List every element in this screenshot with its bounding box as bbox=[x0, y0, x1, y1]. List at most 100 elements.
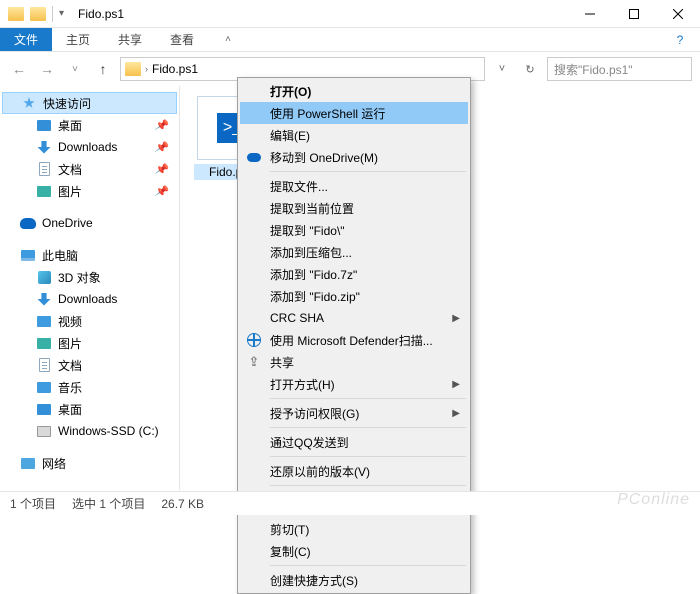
close-button[interactable] bbox=[656, 0, 700, 28]
document-icon bbox=[36, 161, 52, 177]
sidebar-onedrive[interactable]: OneDrive bbox=[0, 212, 179, 234]
maximize-button[interactable] bbox=[612, 0, 656, 28]
refresh-button[interactable]: ↻ bbox=[519, 58, 541, 80]
sidebar-item-pictures[interactable]: 图片 📌 bbox=[0, 180, 179, 202]
menu-add-7z[interactable]: 添加到 "Fido.7z" bbox=[240, 263, 468, 285]
menu-label: 使用 PowerShell 运行 bbox=[270, 105, 385, 122]
menu-move-onedrive[interactable]: 移动到 OneDrive(M) bbox=[240, 146, 468, 168]
status-bar: 1 个项目 选中 1 个项目 26.7 KB bbox=[0, 491, 700, 515]
download-icon bbox=[36, 291, 52, 307]
sidebar-item-3dobjects[interactable]: 3D 对象 bbox=[0, 266, 179, 288]
sidebar-item-music[interactable]: 音乐 bbox=[0, 376, 179, 398]
menu-open-with[interactable]: 打开方式(H)▶ bbox=[240, 373, 468, 395]
desktop-icon bbox=[36, 117, 52, 133]
pc-icon bbox=[20, 247, 36, 263]
menu-crc-sha[interactable]: CRC SHA▶ bbox=[240, 307, 468, 329]
pin-icon: 📌 bbox=[154, 183, 170, 198]
menu-separator bbox=[270, 456, 466, 457]
navigation-pane: 快速访问 桌面📌 Downloads 📌 文档 📌 图片 📌 OneDrive 此电脑… bbox=[0, 86, 180, 490]
menu-label: 打开方式(H) bbox=[270, 376, 335, 393]
menu-defender-scan[interactable]: 使用 Microsoft Defender扫描... bbox=[240, 329, 468, 351]
sidebar-item-desktop[interactable]: 桌面📌 bbox=[0, 114, 179, 136]
tab-file[interactable]: 文件 bbox=[0, 28, 52, 51]
sidebar-quick-access[interactable]: 快速访问 bbox=[2, 92, 177, 114]
breadcrumb-current[interactable]: Fido.ps1 bbox=[152, 62, 198, 76]
menu-label: 提取文件... bbox=[270, 178, 328, 195]
menu-label: 使用 Microsoft Defender扫描... bbox=[270, 332, 433, 349]
pin-icon: 📌 bbox=[154, 161, 170, 176]
menu-add-archive[interactable]: 添加到压缩包... bbox=[240, 241, 468, 263]
sidebar-item-label: 快速访问 bbox=[43, 95, 91, 112]
sidebar-item-label: 图片 bbox=[58, 335, 82, 352]
menu-separator bbox=[270, 565, 466, 566]
sidebar-network[interactable]: 网络 bbox=[0, 452, 179, 474]
sidebar-item-label: 桌面 bbox=[58, 117, 82, 134]
sidebar-item-label: OneDrive bbox=[42, 216, 93, 230]
sidebar-item-videos[interactable]: 视频 bbox=[0, 310, 179, 332]
menu-extract-to[interactable]: 提取到 "Fido\" bbox=[240, 219, 468, 241]
address-dropdown[interactable]: ˅ bbox=[491, 58, 513, 80]
menu-label: CRC SHA bbox=[270, 311, 324, 325]
menu-label: 添加到压缩包... bbox=[270, 244, 352, 261]
menu-run-powershell[interactable]: 使用 PowerShell 运行 bbox=[240, 102, 468, 124]
chevron-right-icon: › bbox=[145, 64, 148, 74]
status-selected-count: 选中 1 个项目 bbox=[72, 495, 145, 512]
back-button[interactable]: ← bbox=[8, 58, 30, 80]
menu-cut[interactable]: 剪切(T) bbox=[240, 518, 468, 540]
sidebar-item-documents[interactable]: 文档 📌 bbox=[0, 158, 179, 180]
forward-button[interactable]: → bbox=[36, 58, 58, 80]
pin-icon: 📌 bbox=[154, 139, 170, 154]
tab-home[interactable]: 主页 bbox=[52, 28, 104, 51]
ribbon: 文件 主页 共享 查看 ˄ ? bbox=[0, 28, 700, 52]
history-chevron[interactable]: ˅ bbox=[64, 58, 86, 80]
pictures-icon bbox=[36, 335, 52, 351]
submenu-arrow-icon: ▶ bbox=[452, 408, 460, 419]
download-icon bbox=[36, 139, 52, 155]
menu-create-shortcut[interactable]: 创建快捷方式(S) bbox=[240, 569, 468, 591]
sidebar-item-downloads2[interactable]: Downloads bbox=[0, 288, 179, 310]
tab-share[interactable]: 共享 bbox=[104, 28, 156, 51]
minimize-button[interactable] bbox=[568, 0, 612, 28]
sidebar-item-drive[interactable]: Windows-SSD (C:) bbox=[0, 420, 179, 442]
desktop-icon bbox=[36, 401, 52, 417]
menu-extract-files[interactable]: 提取文件... bbox=[240, 175, 468, 197]
sidebar-item-label: 3D 对象 bbox=[58, 269, 101, 286]
menu-open[interactable]: 打开(O) bbox=[240, 80, 468, 102]
help-button[interactable]: ? bbox=[660, 28, 700, 51]
menu-label: 通过QQ发送到 bbox=[270, 434, 349, 451]
sidebar-thispc[interactable]: 此电脑 bbox=[0, 244, 179, 266]
pictures-icon bbox=[36, 183, 52, 199]
sidebar-item-label: 文档 bbox=[58, 161, 82, 178]
menu-share[interactable]: ⇪共享 bbox=[240, 351, 468, 373]
3d-icon bbox=[36, 269, 52, 285]
defender-icon bbox=[246, 332, 262, 348]
app-file-icon bbox=[30, 6, 46, 22]
menu-copy[interactable]: 复制(C) bbox=[240, 540, 468, 562]
search-placeholder: 搜索"Fido.ps1" bbox=[554, 61, 633, 78]
sidebar-item-documents2[interactable]: 文档 bbox=[0, 354, 179, 376]
menu-label: 剪切(T) bbox=[270, 521, 309, 538]
menu-label: 提取到 "Fido\" bbox=[270, 222, 345, 239]
ribbon-collapse-button[interactable]: ˄ bbox=[208, 28, 248, 51]
menu-label: 授予访问权限(G) bbox=[270, 405, 359, 422]
onedrive-icon bbox=[246, 149, 262, 165]
menu-label: 创建快捷方式(S) bbox=[270, 572, 358, 589]
sidebar-item-pictures2[interactable]: 图片 bbox=[0, 332, 179, 354]
sidebar-item-label: 图片 bbox=[58, 183, 82, 200]
menu-grant-access[interactable]: 授予访问权限(G) ▶ bbox=[240, 402, 468, 424]
up-button[interactable]: ↑ bbox=[92, 58, 114, 80]
menu-extract-here[interactable]: 提取到当前位置 bbox=[240, 197, 468, 219]
sidebar-item-label: 文档 bbox=[58, 357, 82, 374]
qat-chevron[interactable]: ▾ bbox=[59, 8, 64, 19]
menu-restore-versions[interactable]: 还原以前的版本(V) bbox=[240, 460, 468, 482]
menu-edit[interactable]: 编辑(E) bbox=[240, 124, 468, 146]
context-menu: 打开(O) 使用 PowerShell 运行 编辑(E) 移动到 OneDriv… bbox=[237, 77, 471, 594]
onedrive-icon bbox=[20, 215, 36, 231]
sidebar-item-desktop2[interactable]: 桌面 bbox=[0, 398, 179, 420]
sidebar-item-label: Downloads bbox=[58, 140, 117, 154]
tab-view[interactable]: 查看 bbox=[156, 28, 208, 51]
menu-qq-send[interactable]: 通过QQ发送到 bbox=[240, 431, 468, 453]
search-input[interactable]: 搜索"Fido.ps1" bbox=[547, 57, 692, 81]
menu-add-zip[interactable]: 添加到 "Fido.zip" bbox=[240, 285, 468, 307]
sidebar-item-downloads[interactable]: Downloads 📌 bbox=[0, 136, 179, 158]
